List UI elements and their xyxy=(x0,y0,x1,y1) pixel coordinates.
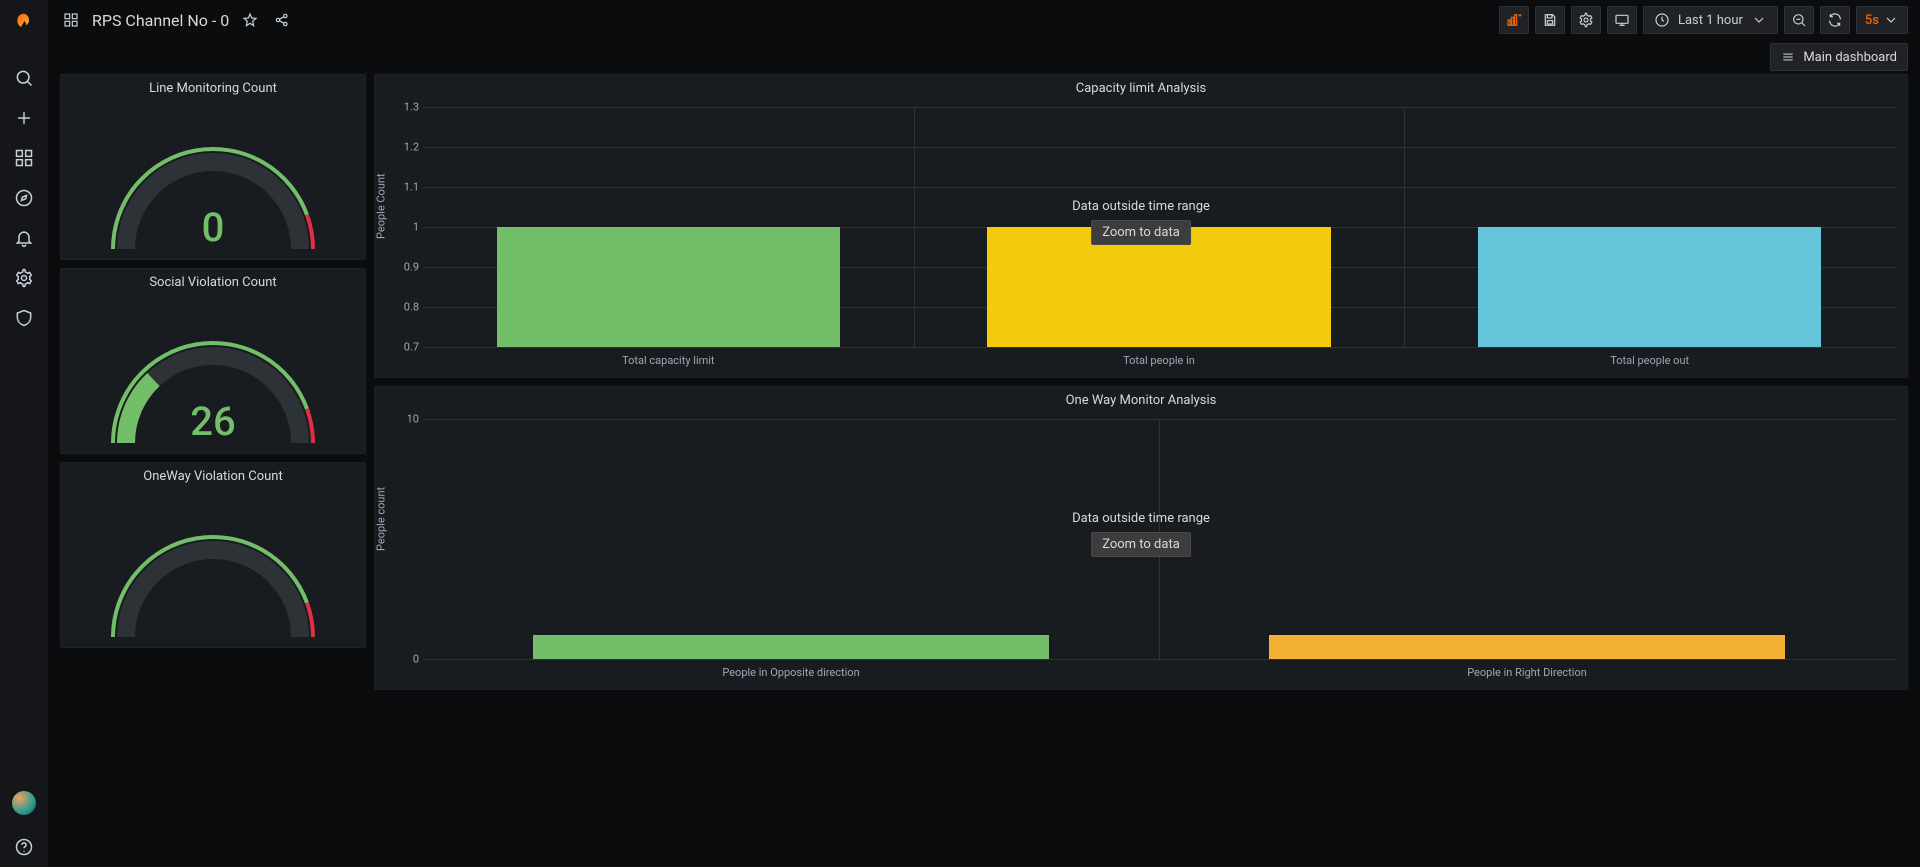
main: RPS Channel No - 0 Last 1 hour 5s xyxy=(48,0,1920,867)
zoom-out-button[interactable] xyxy=(1784,6,1814,34)
gear-icon[interactable] xyxy=(0,258,48,298)
dashboards-breadcrumb-icon[interactable] xyxy=(60,9,82,31)
dashboard-settings-button[interactable] xyxy=(1571,6,1601,34)
sidebar xyxy=(0,0,48,867)
overlay-message: Data outside time range xyxy=(1072,199,1210,214)
submenu: Main dashboard xyxy=(48,40,1920,74)
y-tick: 1 xyxy=(389,221,419,234)
panel-one-way-monitor-analysis[interactable]: One Way Monitor Analysis People count 0 1… xyxy=(374,386,1908,690)
x-category-label: People in Opposite direction xyxy=(722,666,859,679)
panel-line-monitoring-count[interactable]: Line Monitoring Count 0 xyxy=(60,74,366,260)
search-icon[interactable] xyxy=(0,58,48,98)
chart-bar xyxy=(1269,635,1784,659)
chart-bar xyxy=(533,635,1048,659)
save-dashboard-button[interactable] xyxy=(1535,6,1565,34)
main-dashboard-link[interactable]: Main dashboard xyxy=(1770,43,1908,71)
panel-title: Line Monitoring Count xyxy=(61,75,365,101)
y-axis-label: People Count xyxy=(375,173,388,239)
star-icon[interactable] xyxy=(239,9,261,31)
zoom-to-data-button[interactable]: Zoom to data xyxy=(1091,532,1191,557)
y-tick: 0.7 xyxy=(389,341,419,354)
panel-title: Social Violation Count xyxy=(61,269,365,295)
time-range-picker[interactable]: Last 1 hour xyxy=(1643,6,1778,34)
x-category-label: Total people out xyxy=(1610,354,1689,367)
shield-icon[interactable] xyxy=(0,298,48,338)
gauge-value: 26 xyxy=(61,398,365,445)
add-panel-button[interactable] xyxy=(1499,6,1529,34)
panel-oneway-violation-count[interactable]: OneWay Violation Count xyxy=(60,462,366,648)
x-category-label: Total capacity limit xyxy=(622,354,714,367)
gauge-svg xyxy=(103,507,323,647)
time-range-label: Last 1 hour xyxy=(1678,13,1743,28)
y-tick: 1.2 xyxy=(389,141,419,154)
share-icon[interactable] xyxy=(271,9,293,31)
chart-bar xyxy=(1478,227,1821,347)
y-tick: 0.8 xyxy=(389,301,419,314)
help-icon[interactable] xyxy=(0,827,48,867)
panel-social-violation-count[interactable]: Social Violation Count 26 xyxy=(60,268,366,454)
y-tick: 0.9 xyxy=(389,261,419,274)
plus-icon[interactable] xyxy=(0,98,48,138)
refresh-button[interactable] xyxy=(1820,6,1850,34)
topbar: RPS Channel No - 0 Last 1 hour 5s xyxy=(48,0,1920,40)
dashboard-title[interactable]: RPS Channel No - 0 xyxy=(92,11,229,30)
dashboards-icon[interactable] xyxy=(0,138,48,178)
bell-icon[interactable] xyxy=(0,218,48,258)
y-tick: 1.3 xyxy=(389,101,419,114)
panel-title: One Way Monitor Analysis xyxy=(375,387,1907,413)
gauge-value: 0 xyxy=(61,204,365,251)
refresh-interval-picker[interactable]: 5s xyxy=(1856,6,1908,34)
panel-capacity-limit-analysis[interactable]: Capacity limit Analysis People Count 0.7… xyxy=(374,74,1908,378)
y-tick: 10 xyxy=(389,413,419,426)
panel-title: OneWay Violation Count xyxy=(61,463,365,489)
compass-icon[interactable] xyxy=(0,178,48,218)
dashboard-grid: Line Monitoring Count 0 Social Violation… xyxy=(48,74,1920,867)
chevron-down-icon xyxy=(1751,12,1767,28)
panel-title: Capacity limit Analysis xyxy=(375,75,1907,101)
user-avatar[interactable] xyxy=(12,791,36,815)
x-category-label: People in Right Direction xyxy=(1467,666,1587,679)
chevron-down-icon xyxy=(1883,12,1899,28)
list-icon xyxy=(1781,50,1795,64)
main-dashboard-link-label: Main dashboard xyxy=(1803,50,1897,65)
zoom-to-data-button[interactable]: Zoom to data xyxy=(1091,220,1191,245)
y-tick: 0 xyxy=(389,653,419,666)
cycle-view-button[interactable] xyxy=(1607,6,1637,34)
overlay-message: Data outside time range xyxy=(1072,511,1210,526)
x-category-label: Total people in xyxy=(1123,354,1195,367)
y-axis-label: People count xyxy=(375,487,388,551)
refresh-interval-label: 5s xyxy=(1865,13,1879,28)
grafana-logo[interactable] xyxy=(8,6,40,38)
chart-bar xyxy=(497,227,840,347)
y-tick: 1.1 xyxy=(389,181,419,194)
